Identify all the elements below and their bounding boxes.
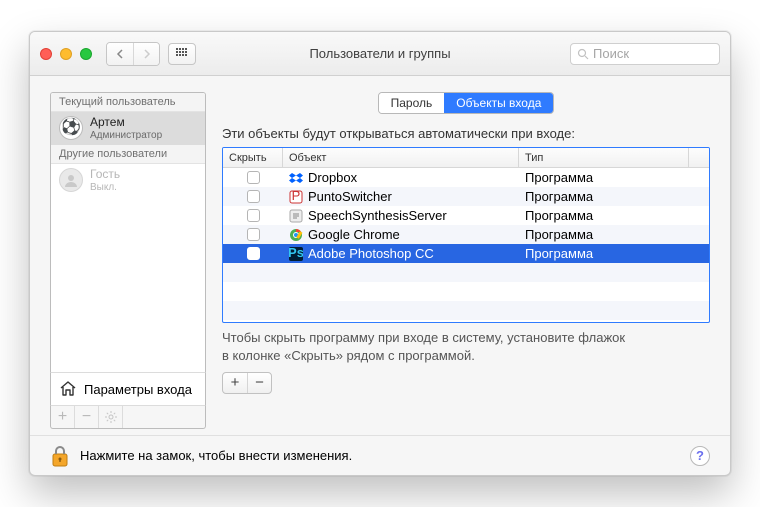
titlebar: Пользователи и группы Поиск [30, 32, 730, 76]
item-type: Программа [525, 246, 593, 261]
nav-segment [106, 42, 160, 66]
remove-user-button[interactable]: − [75, 406, 99, 428]
lock-icon[interactable] [50, 444, 70, 468]
svg-text:Ps: Ps [289, 247, 303, 260]
show-all-button[interactable] [168, 43, 196, 65]
add-user-button[interactable]: + [51, 406, 75, 428]
sidebar: Текущий пользователь ⚽ Артем Администрат… [50, 92, 206, 429]
item-name: Adobe Photoshop CC [308, 246, 434, 261]
soccer-ball-icon: ⚽ [61, 120, 81, 136]
table-body: DropboxПрограммаPPuntoSwitcherПрограммаS… [223, 168, 709, 320]
item-name: Google Chrome [308, 227, 400, 242]
hint-text: Чтобы скрыть программу при входе в систе… [222, 329, 710, 366]
table-row[interactable]: Ps Adobe Photoshop CC Программа [223, 244, 709, 263]
window-body: Текущий пользователь ⚽ Артем Администрат… [30, 76, 730, 475]
hide-checkbox[interactable] [247, 228, 260, 241]
close-window-button[interactable] [40, 48, 52, 60]
search-icon [577, 48, 589, 60]
lock-label: Нажмите на замок, чтобы внести изменения… [80, 448, 352, 463]
tab-bar: Пароль Объекты входа [222, 92, 710, 114]
table-row[interactable]: SpeechSynthesisServer Программа [223, 206, 709, 225]
login-options-button[interactable]: Параметры входа [50, 372, 206, 406]
user-row-current[interactable]: ⚽ Артем Администратор [51, 112, 205, 145]
minimize-window-button[interactable] [60, 48, 72, 60]
col-object[interactable]: Объект [283, 148, 519, 167]
item-type: Программа [525, 227, 593, 242]
preferences-window: Пользователи и группы Поиск Текущий поль… [29, 31, 731, 476]
item-name: Dropbox [308, 170, 357, 185]
col-hide[interactable]: Скрыть [223, 148, 283, 167]
table-row[interactable]: Google Chrome Программа [223, 225, 709, 244]
section-header-current: Текущий пользователь [51, 93, 205, 112]
user-list: Текущий пользователь ⚽ Артем Администрат… [50, 92, 206, 373]
sidebar-footer: + − [50, 405, 206, 429]
item-name: SpeechSynthesisServer [308, 208, 447, 223]
hide-checkbox[interactable] [247, 190, 260, 203]
search-placeholder: Поиск [593, 46, 629, 61]
hide-checkbox[interactable] [247, 247, 260, 260]
house-icon [59, 380, 77, 398]
search-input[interactable]: Поиск [570, 43, 720, 65]
item-name: PuntoSwitcher [308, 189, 392, 204]
tab-login-items[interactable]: Объекты входа [444, 93, 553, 113]
item-type: Программа [525, 170, 593, 185]
user-name: Гость [90, 168, 120, 182]
login-options-label: Параметры входа [84, 382, 192, 397]
main-content: Пароль Объекты входа Эти объекты будут о… [222, 92, 710, 429]
help-button[interactable]: ? [690, 446, 710, 466]
table-row[interactable]: Dropbox Программа [223, 168, 709, 187]
forward-button[interactable] [133, 43, 159, 65]
item-type: Программа [525, 208, 593, 223]
table-row-empty [223, 263, 709, 282]
col-spacer [689, 148, 709, 167]
user-name: Артем [90, 116, 162, 130]
remove-item-button[interactable]: − [247, 373, 271, 393]
hide-checkbox[interactable] [247, 171, 260, 184]
item-type: Программа [525, 189, 593, 204]
zoom-window-button[interactable] [80, 48, 92, 60]
hide-checkbox[interactable] [247, 209, 260, 222]
tab-password[interactable]: Пароль [379, 93, 445, 113]
intro-label: Эти объекты будут открываться автоматиче… [222, 126, 710, 141]
user-actions-button[interactable] [99, 406, 123, 428]
user-role: Выкл. [90, 182, 120, 193]
col-type[interactable]: Тип [519, 148, 689, 167]
table-header: Скрыть Объект Тип [223, 148, 709, 168]
user-row-guest[interactable]: Гость Выкл. [51, 164, 205, 197]
section-header-other: Другие пользователи [51, 145, 205, 164]
grid-icon [176, 48, 188, 60]
avatar [59, 168, 83, 192]
table-row[interactable]: P PuntoSwitcher Программа [223, 187, 709, 206]
user-role: Администратор [90, 130, 162, 141]
lock-bar: Нажмите на замок, чтобы внести изменения… [30, 435, 730, 475]
window-controls [40, 48, 92, 60]
avatar: ⚽ [59, 116, 83, 140]
upper-area: Текущий пользователь ⚽ Артем Администрат… [30, 76, 730, 435]
table-row-empty [223, 301, 709, 320]
svg-text:P: P [292, 190, 301, 203]
add-remove-segment: + − [222, 372, 272, 394]
table-row-empty [223, 282, 709, 301]
back-button[interactable] [107, 43, 133, 65]
add-item-button[interactable]: + [223, 373, 247, 393]
person-icon [63, 172, 79, 188]
login-items-table: Скрыть Объект Тип Dropbox Программа P Punto… [222, 147, 710, 323]
